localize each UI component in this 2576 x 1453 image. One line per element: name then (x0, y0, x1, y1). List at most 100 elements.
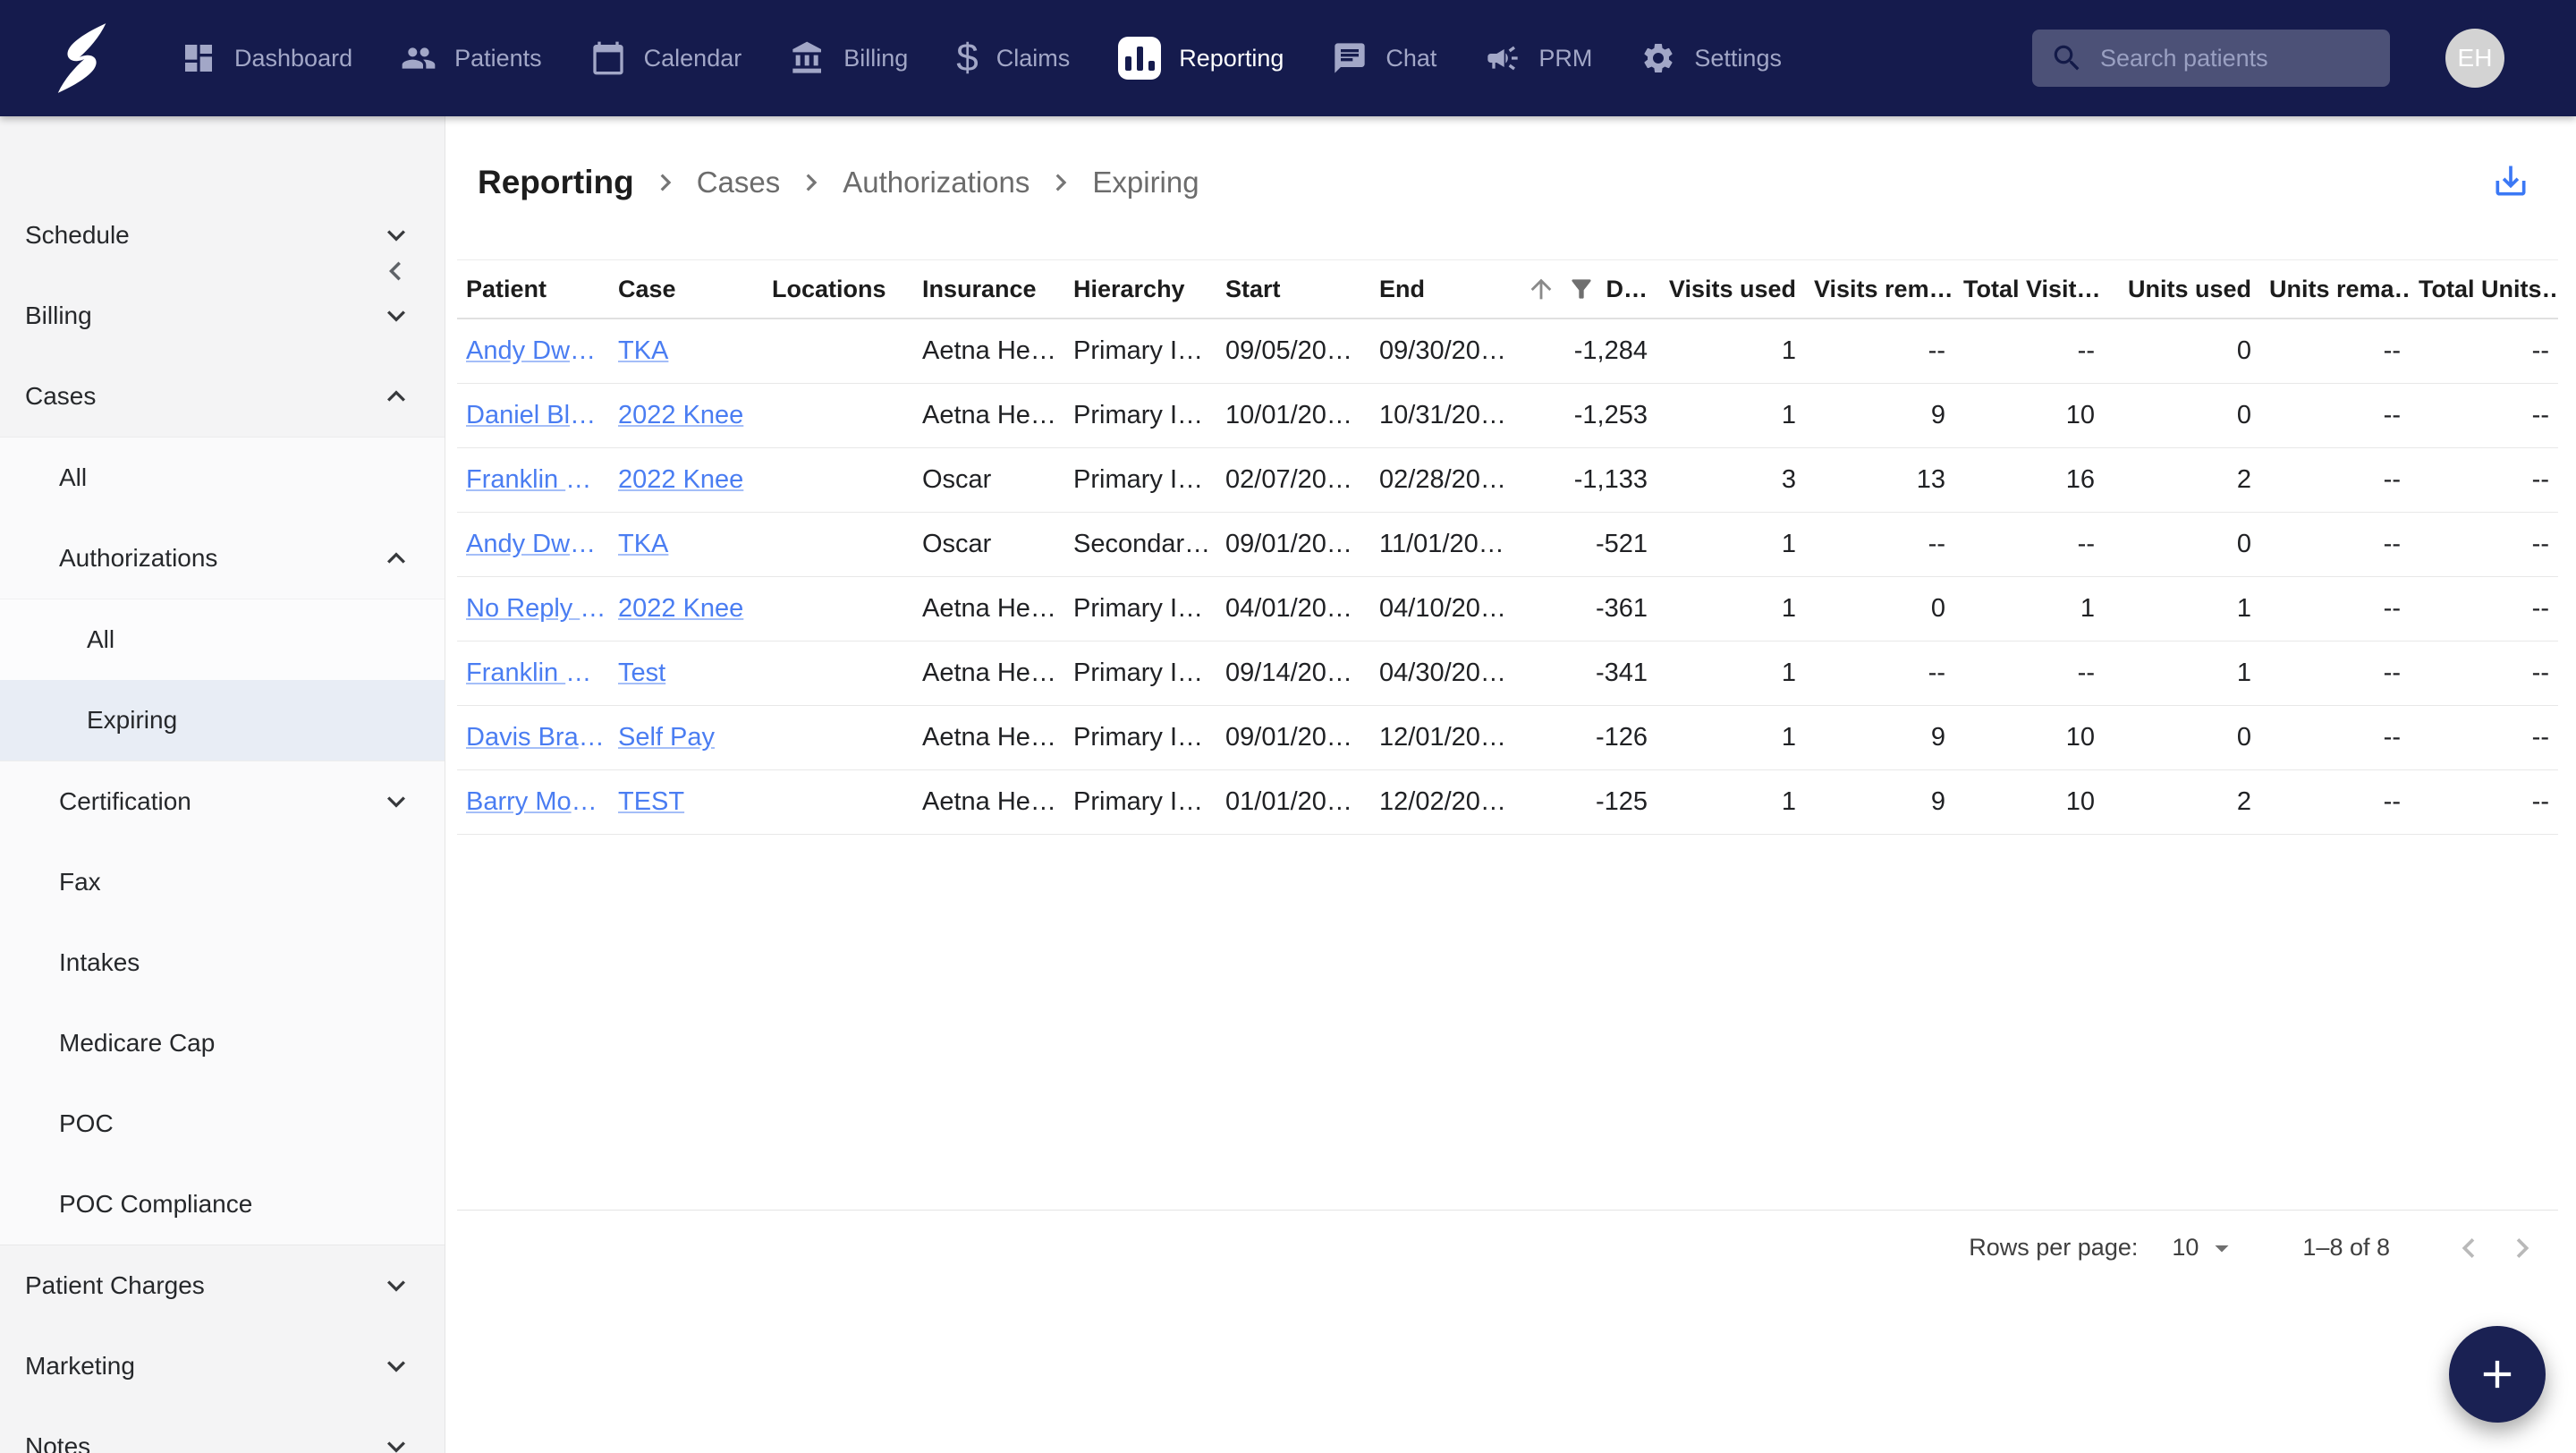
sidebar-item-fax[interactable]: Fax (0, 842, 445, 922)
patient-link[interactable]: Barry Mo (466, 787, 572, 816)
cell-case[interactable]: TKA (609, 336, 763, 366)
nav-item-reporting[interactable]: Reporting (1118, 37, 1284, 80)
cell-patient[interactable]: Franklin … (457, 659, 609, 688)
patient-link[interactable]: No Reply (466, 594, 580, 623)
col-header-days[interactable]: D… (1512, 274, 1657, 304)
sidebar-item-authorizations[interactable]: Authorizations (0, 518, 445, 599)
breadcrumb-link-expiring[interactable]: Expiring (1092, 166, 1199, 200)
case-link[interactable]: 2022 Knee (618, 594, 743, 623)
col-header-insurance[interactable]: Insurance (913, 276, 1064, 303)
user-avatar[interactable]: EH (2445, 29, 2504, 88)
cell-end: 10/31/20… (1379, 401, 1506, 429)
case-link[interactable]: 2022 Knee (618, 465, 743, 494)
patient-link[interactable]: Franklin (466, 465, 565, 494)
breadcrumb-link-authorizations[interactable]: Authorizations (843, 166, 1030, 200)
nav-item-patients[interactable]: Patients (401, 40, 542, 76)
cell-patient[interactable]: Franklin … (457, 465, 609, 495)
sidebar-item-expiring[interactable]: Expiring (0, 680, 445, 760)
cell-days: -521 (1595, 530, 1648, 558)
nav-item-chat[interactable]: Chat (1332, 40, 1436, 76)
nav-item-claims[interactable]: $ Claims (956, 38, 1070, 78)
cell-case[interactable]: Self Pay (609, 723, 763, 752)
nav-item-dashboard[interactable]: Dashboard (181, 40, 352, 76)
search-input[interactable] (2098, 43, 2372, 73)
sidebar-item-cases[interactable]: Cases (0, 356, 445, 437)
col-header-total_units[interactable]: Total Units… (2410, 276, 2558, 303)
patient-search[interactable] (2032, 30, 2390, 87)
nav-item-calendar[interactable]: Calendar (590, 40, 741, 76)
cell-start: 09/01/20… (1225, 723, 1352, 752)
sidebar-item-marketing[interactable]: Marketing (0, 1326, 445, 1406)
cell-case[interactable]: 2022 Knee (609, 465, 763, 495)
table-pagination: Rows per page: 10 1–8 of 8 (457, 1210, 2558, 1285)
case-link[interactable]: TKA (618, 530, 668, 558)
nav-item-settings[interactable]: Settings (1640, 40, 1782, 76)
sidebar-item-poc-compliance[interactable]: POC Compliance (0, 1164, 445, 1245)
cell-patient[interactable]: Daniel Bl… (457, 401, 609, 430)
sidebar-item-certification[interactable]: Certification (0, 761, 445, 842)
nav-item-prm[interactable]: PRM (1485, 40, 1592, 76)
cell-case[interactable]: 2022 Knee (609, 594, 763, 624)
case-link[interactable]: Self Pay (618, 723, 715, 752)
patient-link[interactable]: Andy Dw (466, 530, 570, 558)
col-header-label: Insurance (922, 275, 1037, 302)
cell-patient[interactable]: Barry Mo… (457, 787, 609, 817)
cell-patient[interactable]: Andy Dw… (457, 336, 609, 366)
case-link[interactable]: TKA (618, 336, 668, 365)
cell-patient[interactable]: Andy Dw… (457, 530, 609, 559)
sidebar-item-medicare-cap[interactable]: Medicare Cap (0, 1003, 445, 1083)
sidebar-item-all[interactable]: All (0, 438, 445, 518)
download-button[interactable] (2491, 161, 2530, 203)
col-header-locations[interactable]: Locations (763, 276, 913, 303)
nav-label: PRM (1538, 44, 1593, 72)
patient-link[interactable]: Daniel Bl (466, 401, 570, 429)
col-header-visits_used[interactable]: Visits used (1657, 276, 1805, 303)
sidebar-item-patient-charges[interactable]: Patient Charges (0, 1245, 445, 1326)
case-link[interactable]: TEST (618, 787, 684, 816)
cell-case[interactable]: 2022 Knee (609, 401, 763, 430)
col-header-patient[interactable]: Patient (457, 276, 609, 303)
cell-end: 04/30/20… (1379, 659, 1506, 687)
sidebar-collapse-button[interactable] (377, 252, 414, 293)
add-button[interactable] (2449, 1326, 2546, 1423)
patient-link[interactable]: Andy Dw (466, 336, 570, 365)
cell-units_rem: -- (2383, 530, 2401, 558)
cell-case[interactable]: TEST (609, 787, 763, 817)
col-header-label: D… (1606, 275, 1648, 302)
cell-case[interactable]: Test (609, 659, 763, 688)
cell-case[interactable]: TKA (609, 530, 763, 559)
cell-total_units: -- (2531, 787, 2549, 816)
col-header-units_rem[interactable]: Units rema… (2260, 276, 2410, 303)
col-header-start[interactable]: Start (1216, 276, 1370, 303)
next-page-button[interactable] (2496, 1221, 2549, 1275)
sidebar-item-poc[interactable]: POC (0, 1083, 445, 1164)
sort-arrow-up-icon (1530, 278, 1551, 300)
sidebar-item-notes[interactable]: Notes (0, 1406, 445, 1453)
col-header-end[interactable]: End (1370, 276, 1512, 303)
col-header-visits_rem[interactable]: Visits rem… (1805, 276, 1954, 303)
previous-page-button[interactable] (2442, 1221, 2496, 1275)
patient-link[interactable]: Davis Bra (466, 723, 579, 752)
cell-visits_used: 1 (1781, 336, 1796, 365)
breadcrumb-link-cases[interactable]: Cases (697, 166, 781, 200)
col-header-hierarchy[interactable]: Hierarchy (1064, 276, 1216, 303)
case-link[interactable]: 2022 Knee (618, 401, 743, 429)
col-header-units_used[interactable]: Units used (2104, 276, 2260, 303)
rows-per-page-select[interactable]: 10 (2172, 1232, 2238, 1264)
cell-units_used: 2 (2236, 787, 2251, 816)
sidebar-item-all[interactable]: All (0, 599, 445, 680)
patient-link[interactable]: Franklin (466, 659, 565, 687)
cell-patient[interactable]: Davis Bra… (457, 723, 609, 752)
reporting-icon (1118, 37, 1162, 80)
sidebar-menu: Schedule Billing Cases All Authorizations All… (0, 195, 445, 1453)
case-link[interactable]: Test (618, 659, 665, 687)
nav-item-billing[interactable]: Billing (790, 40, 908, 76)
col-header-total_visits[interactable]: Total Visit… (1954, 276, 2104, 303)
cell-patient[interactable]: No Reply … (457, 594, 609, 624)
cell-units_used: 0 (2236, 401, 2251, 429)
link-ellipsis: … (565, 465, 592, 494)
app-logo[interactable] (52, 21, 116, 96)
col-header-case[interactable]: Case (609, 276, 763, 303)
cell-days: -341 (1595, 659, 1648, 687)
sidebar-item-intakes[interactable]: Intakes (0, 922, 445, 1003)
